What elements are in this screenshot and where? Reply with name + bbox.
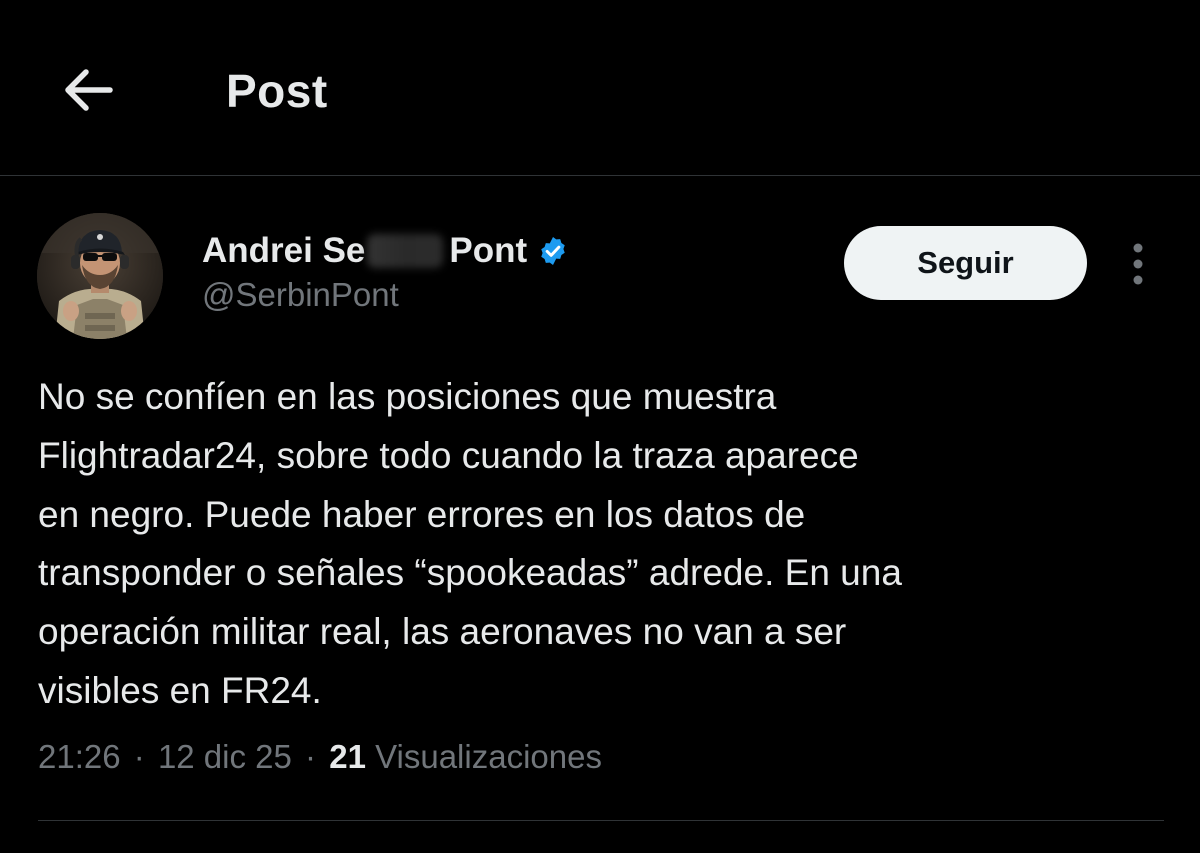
post-text-line: en negro. Puede haber errores en los dat…	[38, 493, 806, 535]
views-count[interactable]: 21	[329, 738, 366, 775]
verified-badge-icon	[541, 237, 565, 265]
post-metadata: 21:26 · 12 dic 25 · 21 Visualizaciones	[38, 738, 602, 776]
post-text-line: operación militar real, las aeronaves no…	[38, 611, 847, 653]
post-time[interactable]: 21:26	[38, 738, 121, 775]
arrow-left-icon	[65, 69, 113, 111]
post-text: No se confíen en las posiciones que mues…	[38, 368, 1168, 721]
divider	[38, 820, 1164, 821]
meta-separator: ·	[305, 738, 317, 775]
author-name[interactable]: Andrei Se Pont	[202, 229, 569, 273]
post-text-line: Flightradar24, sobre todo cuando la traz…	[38, 434, 859, 476]
top-bar: Post	[0, 0, 1200, 176]
post-text-line: visibles en FR24.	[38, 669, 322, 711]
post-text-line: transponder o señales “spookeadas” adred…	[38, 552, 902, 594]
views-label[interactable]: Visualizaciones	[375, 738, 602, 775]
post-date[interactable]: 12 dic 25	[158, 738, 292, 775]
meta-separator: ·	[133, 738, 145, 775]
more-options-button[interactable]	[1118, 236, 1158, 292]
author-avatar[interactable]	[37, 213, 163, 339]
more-vertical-icon	[1133, 243, 1143, 285]
name-redaction-blur	[367, 234, 444, 268]
avatar-photo	[37, 213, 163, 339]
back-button[interactable]	[56, 58, 120, 122]
post-text-line: No se confíen en las posiciones que mues…	[38, 376, 777, 417]
follow-button[interactable]: Seguir	[844, 226, 1087, 300]
author-name-start: Andrei Se	[202, 231, 366, 270]
author-name-end: Pont	[449, 231, 528, 270]
author-handle[interactable]: @SerbinPont	[202, 276, 399, 314]
page-title: Post	[226, 65, 328, 117]
